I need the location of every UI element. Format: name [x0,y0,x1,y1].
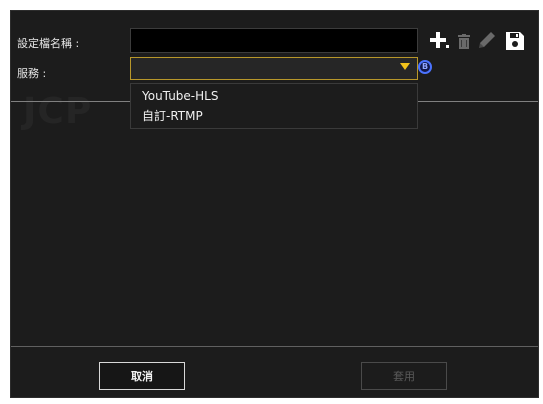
save-icon[interactable] [505,31,525,51]
plus-dot [446,45,449,48]
pencil-icon[interactable] [478,31,496,49]
profile-name-input[interactable] [130,28,418,53]
service-option-custom-rtmp[interactable]: 自訂-RTMP [131,106,417,126]
service-label: 服務 : [17,67,47,80]
background-watermark: JCP [23,91,93,132]
dropdown-arrow-icon[interactable] [400,63,410,70]
service-option-youtube-hls[interactable]: YouTube-HLS [131,86,417,106]
stream-profile-dialog: JCP 設定檔名稱 : 服務 : B YouTube-HLS 自訂-RTMP 取… [10,10,539,398]
service-dropdown-list: YouTube-HLS 自訂-RTMP [130,83,418,129]
cancel-button[interactable]: 取消 [99,362,185,390]
info-icon[interactable]: B [418,60,432,74]
footer-divider [11,346,538,347]
trash-icon[interactable] [458,34,470,49]
profile-name-label: 設定檔名稱 : [17,37,80,50]
service-select[interactable] [130,57,418,80]
apply-button[interactable]: 套用 [361,362,447,390]
plus-icon[interactable] [430,32,446,48]
